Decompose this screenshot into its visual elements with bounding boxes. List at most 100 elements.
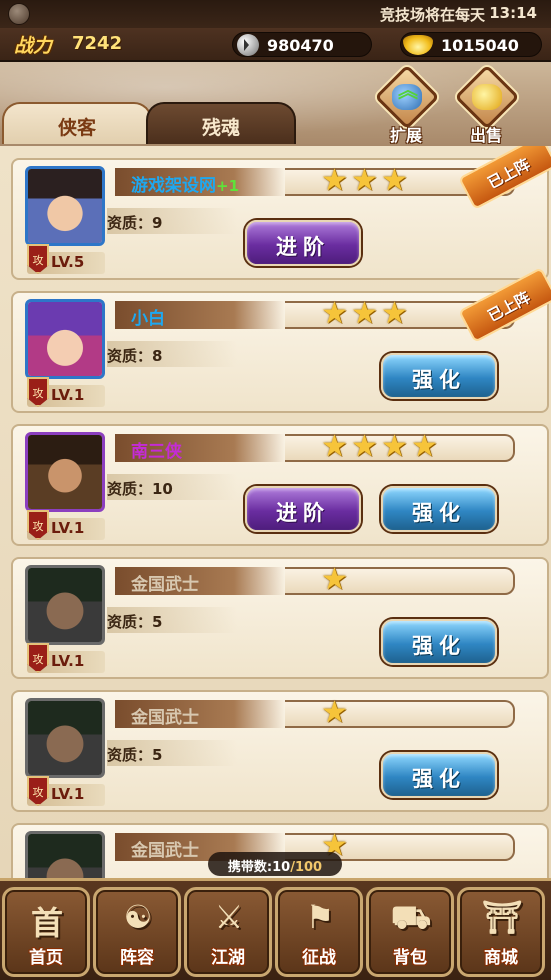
hero-quality: 资质：5 bbox=[107, 613, 163, 631]
status-ticker: 竞技场将在每天 bbox=[379, 6, 485, 24]
star-icon: ★ bbox=[351, 296, 378, 331]
hero-card[interactable]: 攻 LV.1 南三侠 ★ ★ ★ ★ 资质：10 进阶 强化 bbox=[11, 424, 549, 546]
tab-heroes[interactable]: 侠客 bbox=[2, 102, 152, 144]
gold-pile-icon bbox=[472, 84, 502, 110]
attack-type-icon: 攻 bbox=[27, 377, 49, 407]
nav-label: 商城 bbox=[484, 948, 518, 968]
star-icon: ★ bbox=[351, 429, 378, 464]
hero-quality: 资质：5 bbox=[107, 746, 163, 764]
hero-name: 金国武士 bbox=[131, 708, 199, 728]
hero-level: LV.1 bbox=[51, 519, 85, 537]
name-bar: 金国武士 bbox=[115, 567, 285, 595]
swords-icon: ⚔ bbox=[214, 898, 244, 936]
hero-quality: 资质：9 bbox=[107, 214, 163, 232]
quality-bar: 资质：5 bbox=[107, 740, 237, 766]
strengthen-button[interactable]: 强化 bbox=[381, 619, 497, 665]
hero-card[interactable]: 攻 LV.1 金国武士 ★ 资质：5 强化 bbox=[11, 557, 549, 679]
star-rating: ★ bbox=[285, 695, 515, 730]
silver-value: 980470 bbox=[267, 36, 334, 55]
star-icon: ★ bbox=[321, 695, 348, 730]
nav-home[interactable]: 首 首页 bbox=[2, 887, 90, 977]
advance-button[interactable]: 进阶 bbox=[245, 486, 361, 532]
expand-button[interactable]: 扩展 bbox=[372, 64, 440, 145]
quality-bar: 资质：8 bbox=[107, 341, 237, 367]
nav-jianghu[interactable]: ⚔ 江湖 bbox=[184, 887, 272, 977]
hero-portrait[interactable] bbox=[25, 698, 105, 778]
name-bar: 小白 bbox=[115, 301, 285, 329]
hero-name: 游戏架设网+1 bbox=[131, 176, 240, 196]
nav-battle[interactable]: ⚑ 征战 bbox=[275, 887, 363, 977]
strengthen-button[interactable]: 强化 bbox=[381, 353, 497, 399]
nav-label: 江湖 bbox=[211, 948, 245, 968]
hero-card[interactable]: 攻 LV.5 游戏架设网+1 ★ ★ ★ 资质：9 进阶 已上阵 bbox=[11, 146, 551, 280]
star-icon: ★ bbox=[381, 296, 408, 331]
power-value: 7242 bbox=[72, 33, 123, 54]
hero-level: LV.1 bbox=[51, 785, 85, 803]
sell-button[interactable]: 出售 bbox=[452, 64, 520, 145]
hero-quality: 资质：8 bbox=[107, 347, 163, 365]
hero-portrait[interactable] bbox=[25, 831, 105, 878]
strengthen-button[interactable]: 强化 bbox=[381, 486, 497, 532]
hero-card[interactable]: 攻 LV.1 小白 ★ ★ ★ 资质：8 强化 已上阵 bbox=[11, 267, 551, 413]
power-label: 战力 bbox=[14, 35, 53, 57]
hero-face bbox=[28, 568, 102, 642]
gold-counter[interactable]: 1015040 bbox=[400, 32, 542, 57]
header: 侠客 残魂 扩展 出售 bbox=[0, 62, 551, 146]
hero-portrait[interactable] bbox=[25, 299, 105, 379]
hero-quality: 资质：10 bbox=[107, 480, 173, 498]
gold-ingot-icon bbox=[403, 35, 433, 55]
star-icon: ★ bbox=[321, 562, 348, 597]
name-bar: 南三侠 bbox=[115, 434, 285, 462]
battle-icon: ⚑ bbox=[305, 898, 335, 936]
star-icon: ★ bbox=[351, 163, 378, 198]
name-bar: 游戏架设网+1 bbox=[115, 168, 285, 196]
nav-shop[interactable]: ⛩ 商城 bbox=[457, 887, 545, 977]
level-tag: 攻 LV.1 bbox=[27, 643, 105, 673]
status-clock: 13:14 bbox=[489, 4, 537, 22]
quality-bar: 资质：9 bbox=[107, 208, 237, 234]
star-icon: ★ bbox=[411, 429, 438, 464]
star-icon: ★ bbox=[321, 429, 348, 464]
hero-portrait[interactable] bbox=[25, 565, 105, 645]
hero-name: 金国武士 bbox=[131, 841, 199, 861]
nav-label: 征战 bbox=[302, 948, 336, 968]
level-tag: 攻 LV.1 bbox=[27, 510, 105, 540]
backpack-icon: ⛟ bbox=[390, 898, 432, 936]
star-rating: ★ ★ ★ ★ bbox=[285, 429, 515, 464]
silver-coin-icon bbox=[237, 34, 259, 56]
home-icon: 首 bbox=[30, 904, 63, 942]
app-icon bbox=[8, 3, 30, 25]
level-tag: 攻 LV.1 bbox=[27, 776, 105, 806]
attack-type-icon: 攻 bbox=[27, 643, 49, 673]
star-rating: ★ bbox=[285, 562, 515, 597]
advance-button[interactable]: 进阶 bbox=[245, 220, 361, 266]
deployed-badge: 已上阵 bbox=[458, 146, 551, 210]
hero-name: 金国武士 bbox=[131, 575, 199, 595]
currency-bar: 战力 7242 980470 1015040 bbox=[0, 28, 551, 62]
status-bar: 竞技场将在每天 13:14 bbox=[0, 0, 551, 28]
tab-soul-fragments[interactable]: 残魂 bbox=[146, 102, 296, 144]
strengthen-button[interactable]: 强化 bbox=[381, 752, 497, 798]
hero-level: LV.1 bbox=[51, 386, 85, 404]
attack-type-icon: 攻 bbox=[27, 510, 49, 540]
hero-level: LV.5 bbox=[51, 253, 85, 271]
star-icon: ★ bbox=[381, 163, 408, 198]
hero-list[interactable]: 攻 LV.5 游戏架设网+1 ★ ★ ★ 资质：9 进阶 已上阵 攻 LV.1 … bbox=[0, 146, 551, 878]
nav-backpack[interactable]: ⛟ 背包 bbox=[366, 887, 454, 977]
carry-counter: 携带数:10/100 bbox=[208, 852, 342, 876]
nav-lineup[interactable]: ☯ 阵容 bbox=[93, 887, 181, 977]
hero-portrait[interactable] bbox=[25, 166, 105, 246]
hero-portrait[interactable] bbox=[25, 432, 105, 512]
name-bar: 金国武士 bbox=[115, 700, 285, 728]
attack-type-icon: 攻 bbox=[27, 776, 49, 806]
hero-face bbox=[28, 169, 102, 243]
shop-icon: ⛩ bbox=[481, 898, 523, 936]
level-tag: 攻 LV.1 bbox=[27, 377, 105, 407]
silver-counter[interactable]: 980470 bbox=[232, 32, 372, 57]
lineup-icon: ☯ bbox=[123, 898, 153, 936]
attack-type-icon: 攻 bbox=[27, 244, 49, 274]
nav-label: 阵容 bbox=[120, 948, 154, 968]
quality-bar: 资质：5 bbox=[107, 607, 237, 633]
nav-label: 背包 bbox=[393, 948, 427, 968]
hero-card[interactable]: 攻 LV.1 金国武士 ★ 资质：5 强化 bbox=[11, 690, 549, 812]
